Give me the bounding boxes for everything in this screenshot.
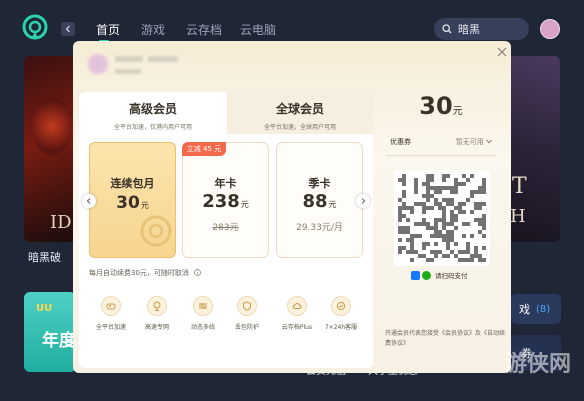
user-avatar-blur — [88, 54, 108, 74]
payment-qr-code — [394, 170, 490, 266]
shield-icon — [243, 301, 251, 311]
perk-high-speed-label: 高速专网 — [144, 324, 169, 331]
avatar[interactable] — [540, 19, 560, 39]
side-button-games-count: (8) — [536, 303, 551, 315]
chevron-left-icon — [65, 25, 70, 33]
plan-card-monthly[interactable]: 连续包月 30元 — [89, 142, 176, 258]
perk-high-speed: 高速专网 — [138, 296, 176, 331]
auto-renew-text: 每月自动续费30元，可随时取消 — [89, 269, 189, 277]
search-value: 暗黑 — [458, 23, 480, 36]
game-banner-left[interactable]: ID — [24, 56, 76, 242]
nav-home[interactable]: 首页 — [96, 21, 120, 38]
info-icon[interactable] — [194, 269, 202, 276]
user-name-blur-2 — [148, 56, 178, 62]
perk-packet-loss: 丢包防护 — [228, 296, 266, 331]
back-button[interactable] — [61, 22, 75, 36]
user-id-blur — [115, 69, 141, 74]
plan-monthly-name: 连续包月 — [110, 177, 155, 190]
plans-prev-button[interactable] — [82, 194, 96, 208]
perk-24h-support-label: 7×24h客服 — [324, 324, 358, 331]
close-icon[interactable] — [497, 47, 507, 57]
app-logo[interactable] — [22, 14, 48, 40]
perk-all-platform-label: 全平台加速 — [95, 324, 126, 331]
support-icon — [336, 301, 346, 311]
plans-next-button[interactable] — [356, 194, 370, 208]
qr-code-icon — [394, 170, 490, 266]
plan-quarterly-per-month: 29.33元/月 — [296, 223, 343, 233]
promo-text: 年度 — [42, 331, 76, 351]
plan-card-quarterly[interactable]: 季卡 88元 29.33元/月 — [276, 142, 363, 258]
tab-premium-member-label: 高级会员 — [128, 102, 177, 116]
game-title-left: 暗黑破 — [28, 251, 61, 264]
nav-games[interactable]: 游戏 — [141, 21, 165, 38]
plan-yearly-original-price: 283元 — [212, 223, 239, 233]
multiline-icon — [199, 303, 207, 309]
plan-monthly-price: 30元 — [116, 193, 149, 213]
tab-global-member-sub: 全平台加速，全球用户可用 — [263, 124, 336, 131]
user-name-blur — [115, 56, 143, 62]
perk-packet-loss-label: 丢包防护 — [234, 324, 259, 331]
plan-quarterly-price: 88元 — [302, 191, 337, 212]
search-input[interactable]: 暗黑 — [434, 18, 529, 40]
nav-cloud-save[interactable]: 云存档 — [186, 21, 222, 38]
app-window: 首页 游戏 云存档 云电脑 暗黑 ID 暗黑破 T H UU 年度 戏 (8) … — [0, 0, 584, 401]
plan-yearly-discount-badge: 立减 45 元 — [182, 142, 226, 156]
coupon-value: 暂无可用 — [456, 137, 492, 147]
tab-premium-member-sub: 全平台加速，仅港内用户可用 — [113, 124, 192, 131]
wechat-pay-icon — [422, 270, 431, 280]
member-terms[interactable]: 开通会员代表您接受《会员协议》及《自动续费协议》 — [385, 329, 507, 349]
game-banner-left-logo: ID — [50, 212, 72, 233]
pay-methods: 请扫码支付 — [411, 270, 475, 280]
plan-quarterly-name: 季卡 — [308, 177, 331, 190]
perk-all-platform: 全平台加速 — [92, 296, 130, 331]
plan-card-yearly[interactable]: 年卡 238元 283元 — [182, 142, 269, 258]
watermark: 游侠网 — [505, 352, 572, 377]
gamepad-icon — [106, 303, 116, 310]
auto-renew-note: 每月自动续费30元，可随时取消 — [89, 268, 202, 278]
pay-instruction: 请扫码支付 — [435, 272, 468, 280]
tab-premium-member[interactable]: 高级会员 全平台加速，仅港内用户可用 — [79, 92, 227, 134]
perk-cloud-save-plus: 云存档Plus — [278, 296, 316, 331]
chevron-left-icon — [86, 198, 91, 204]
side-button-games[interactable]: 戏 (8) — [511, 294, 561, 324]
promo-banner[interactable]: UU 年度 — [24, 292, 76, 372]
alipay-icon — [411, 270, 420, 280]
game-banner-right[interactable]: T H — [508, 56, 560, 242]
nav-cloud-pc[interactable]: 云电脑 — [240, 21, 276, 38]
perk-dynamic-multiline-label: 动态多线 — [190, 324, 215, 331]
perk-24h-support: 7×24h客服 — [322, 296, 360, 331]
chevron-right-icon — [361, 198, 366, 204]
search-icon — [442, 24, 452, 34]
divider — [386, 155, 496, 156]
tab-global-member-label: 全球会员 — [275, 102, 324, 116]
coupon-select[interactable]: 优惠券 暂无可用 — [386, 135, 496, 149]
plan-yearly-price: 238元 — [202, 191, 249, 212]
coupon-label: 优惠券 — [390, 138, 411, 146]
tab-global-member[interactable]: 全球会员 全平台加速，全球用户可用 — [227, 92, 373, 134]
plan-yearly-name: 年卡 — [214, 177, 237, 190]
chevron-down-icon — [486, 139, 492, 144]
plan-monthly-watermark-icon — [140, 215, 172, 247]
promo-badge: UU — [36, 303, 53, 314]
perk-dynamic-multiline: 动态多线 — [184, 296, 222, 331]
side-button-games-label: 戏 — [519, 303, 530, 316]
cloud-icon — [292, 302, 302, 309]
total-price: 30元 — [419, 92, 463, 120]
network-icon — [153, 301, 161, 311]
perk-cloud-save-plus-label: 云存档Plus — [281, 324, 313, 331]
